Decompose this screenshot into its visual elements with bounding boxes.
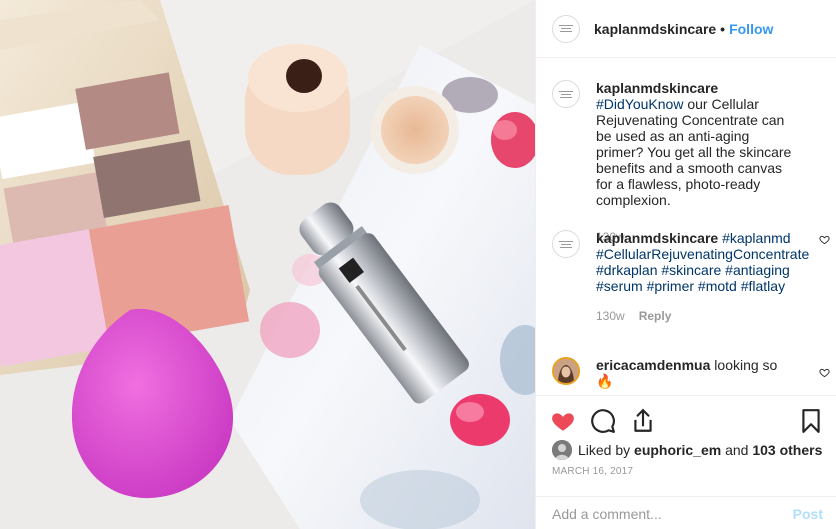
likes-and: and xyxy=(725,442,749,458)
add-comment-bar: Post xyxy=(536,496,836,529)
avatar-photo xyxy=(552,440,572,460)
share-icon[interactable] xyxy=(630,408,656,434)
heart-outline-icon[interactable] xyxy=(819,234,830,245)
post-photo[interactable] xyxy=(0,0,535,529)
comment-username[interactable]: ericacamdenmua xyxy=(596,357,710,373)
post-sidebar: kaplanmdskincare • Follow kaplanmdskinca… xyxy=(535,0,836,529)
kaplan-logo-icon xyxy=(557,24,575,34)
kaplan-logo-icon xyxy=(557,89,575,99)
list-item: ericacamdenmua looking so 🔥 xyxy=(552,357,830,389)
reply-button[interactable]: Reply xyxy=(639,308,672,324)
caption-text: our Cellular Rejuvenating Concentrate ca… xyxy=(596,96,792,208)
post-button[interactable]: Post xyxy=(793,506,823,522)
post-date[interactable]: March 16, 2017 xyxy=(552,466,633,477)
action-bar xyxy=(550,408,825,434)
avatar[interactable] xyxy=(552,230,580,258)
flatlay-illustration xyxy=(0,0,535,529)
avatar[interactable] xyxy=(552,14,580,43)
comment-icon[interactable] xyxy=(590,408,616,434)
follow-button[interactable]: Follow xyxy=(729,21,773,37)
bookmark-icon[interactable] xyxy=(798,408,824,434)
caption-hashtag[interactable]: #DidYouKnow xyxy=(596,96,683,112)
comment-time[interactable]: 130w xyxy=(596,308,625,324)
instagram-post: kaplanmdskincare • Follow kaplanmdskinca… xyxy=(0,0,836,529)
avatar[interactable] xyxy=(552,80,580,108)
avatar-photo xyxy=(554,359,578,383)
avatar[interactable] xyxy=(552,357,580,385)
caption-username[interactable]: kaplanmdskincare xyxy=(596,80,718,96)
kaplan-logo-icon xyxy=(557,239,575,249)
header-username[interactable]: kaplanmdskincare xyxy=(594,21,716,37)
foundation-bottle xyxy=(245,44,350,175)
list-item: kaplanmdskincare #kaplanmd #CellularReju… xyxy=(552,230,830,324)
comments-list[interactable]: kaplanmdskincare #DidYouKnow our Cellula… xyxy=(536,59,836,395)
heart-outline-icon[interactable] xyxy=(819,367,830,378)
header-separator: • xyxy=(720,20,726,37)
heart-filled-icon[interactable] xyxy=(550,408,576,434)
liked-by-user[interactable]: euphoric_em xyxy=(634,442,721,458)
post-actions: Liked by euphoric_em and 103 others Marc… xyxy=(536,395,836,529)
comment-username[interactable]: kaplanmdskincare xyxy=(596,230,718,246)
comment-input[interactable] xyxy=(552,505,772,522)
liked-by-label: Liked by xyxy=(578,442,631,458)
likes-summary: Liked by euphoric_em and 103 others xyxy=(552,440,822,460)
avatar[interactable] xyxy=(552,440,572,460)
likes-others[interactable]: 103 others xyxy=(752,442,822,458)
caption: kaplanmdskincare #DidYouKnow our Cellula… xyxy=(552,80,822,245)
post-header: kaplanmdskincare • Follow xyxy=(536,0,836,58)
